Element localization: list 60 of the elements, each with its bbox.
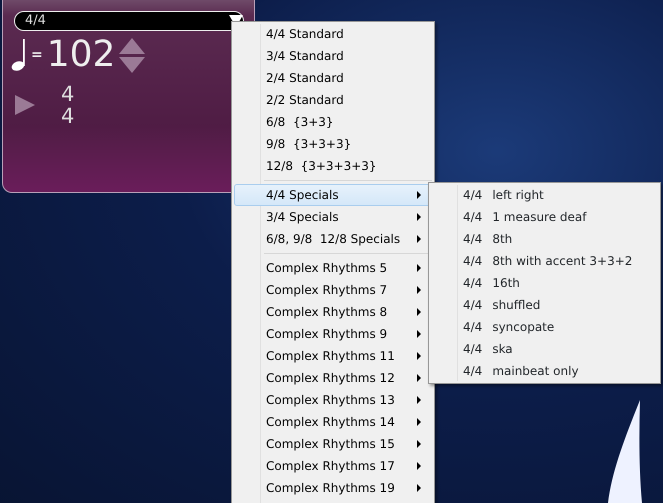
menu-item[interactable]: Complex Rhythms 13 xyxy=(234,389,432,411)
menu-item[interactable]: Complex Rhythms 12 xyxy=(234,367,432,389)
rhythm-label: shuffled xyxy=(492,297,540,314)
menu-item[interactable]: 9/8 {3+3+3} xyxy=(234,133,432,155)
rhythm-label: 1 measure deaf xyxy=(492,209,586,226)
menu-item[interactable]: Complex Rhythms 8 xyxy=(234,301,432,323)
meter-label: 4/4 xyxy=(463,253,482,270)
submenu-arrow-icon xyxy=(417,440,421,448)
meter-label: 4/4 xyxy=(463,363,482,380)
submenu-arrow-icon xyxy=(417,352,421,360)
meter-dropdown[interactable]: 4/4 xyxy=(14,11,244,31)
meter-label: 4/4 xyxy=(463,297,482,314)
menu-item[interactable]: Complex Rhythms 5 xyxy=(234,257,432,279)
menu-item[interactable]: 2/4 Standard xyxy=(234,67,432,89)
submenu-arrow-icon xyxy=(417,264,421,272)
rhythm-label: 8th with accent 3+3+2 xyxy=(492,253,632,270)
menu-item[interactable]: 2/2 Standard xyxy=(234,89,432,111)
menu-item[interactable]: 12/8 {3+3+3+3} xyxy=(234,155,432,177)
submenu-arrow-icon xyxy=(417,374,421,382)
rhythm-label: left right xyxy=(492,187,544,204)
menu-item[interactable]: Complex Rhythms 15 xyxy=(234,433,432,455)
submenu-arrow-icon xyxy=(417,213,421,221)
rhythm-label: syncopate xyxy=(492,319,554,336)
rhythm-label: 8th xyxy=(492,231,512,248)
rhythm-label: 16th xyxy=(492,275,520,292)
rhythm-label: mainbeat only xyxy=(492,363,579,380)
menu-item[interactable]: Complex Rhythms 9 xyxy=(234,323,432,345)
meter-label: 4/4 xyxy=(463,187,482,204)
menu-item[interactable]: Complex Rhythms 7 xyxy=(234,279,432,301)
submenu-arrow-icon xyxy=(417,191,421,199)
meter-label: 4/4 xyxy=(463,319,482,336)
quarter-note-icon xyxy=(11,38,27,72)
submenu-arrow-icon xyxy=(417,484,421,492)
submenu-arrow-icon xyxy=(417,396,421,404)
menu-item[interactable]: 3/4 Specials xyxy=(234,206,432,228)
meter-label: 4/4 xyxy=(463,341,482,358)
menu-item[interactable]: Complex Rhythms 19 xyxy=(234,477,432,499)
meter-label: 4/4 xyxy=(463,209,482,226)
menu-item[interactable]: 6/8, 9/8 12/8 Specials xyxy=(234,228,432,250)
rhythm-label: ska xyxy=(492,341,513,358)
menu-item[interactable]: Complex Rhythms 11 xyxy=(234,345,432,367)
time-signature-bottom: 4 xyxy=(61,105,74,128)
menu-item[interactable]: Complex Rhythms 14 xyxy=(234,411,432,433)
submenu-arrow-icon xyxy=(417,235,421,243)
play-icon[interactable] xyxy=(15,95,35,116)
tempo-value: 102 xyxy=(46,37,116,73)
submenu-arrow-icon xyxy=(417,308,421,316)
menu-item[interactable]: 3/4 Standard xyxy=(234,45,432,67)
menu-item[interactable]: 6/8 {3+3} xyxy=(234,111,432,133)
submenu-arrow-icon xyxy=(417,330,421,338)
time-signature-top: 4 xyxy=(61,83,74,106)
equals-sign: = xyxy=(31,46,43,64)
tempo-up-icon[interactable] xyxy=(119,38,146,54)
tempo-down-icon[interactable] xyxy=(119,56,146,72)
submenu-arrow-icon xyxy=(417,286,421,294)
submenu-arrow-icon xyxy=(417,418,421,426)
menu-item[interactable]: Complex Rhythms 17 xyxy=(234,455,432,477)
meter-label: 4/4 xyxy=(463,275,482,292)
meter-label: 4/4 xyxy=(463,231,482,248)
submenu-arrow-icon xyxy=(417,462,421,470)
